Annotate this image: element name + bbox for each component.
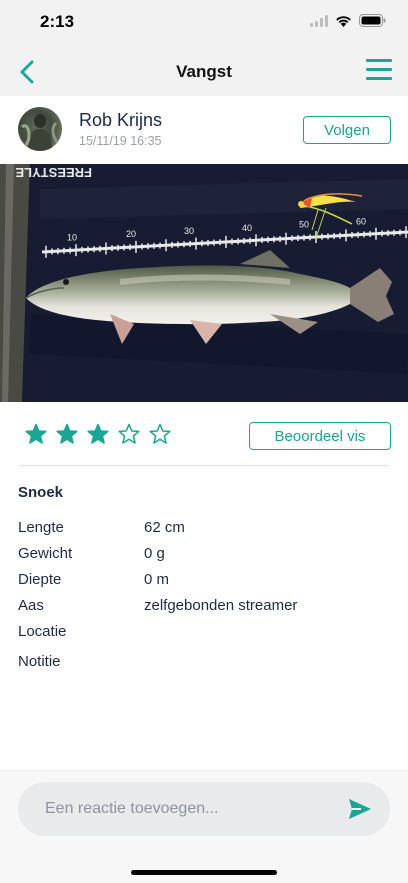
user-name[interactable]: Rob Krijns xyxy=(79,110,162,131)
detail-value: zelfgebonden streamer xyxy=(144,597,298,614)
page-title: Vangst xyxy=(176,62,232,81)
home-indicator xyxy=(131,870,277,875)
avatar[interactable] xyxy=(18,107,62,151)
rating-row: Beoordeel vis xyxy=(0,402,408,468)
ruler-label: 30 xyxy=(184,226,194,236)
status-time: 2:13 xyxy=(40,12,75,31)
detail-label: Lengte xyxy=(18,519,64,536)
user-row: Rob Krijns 15/11/19 16:35 Volgen xyxy=(0,96,408,164)
comment-input[interactable] xyxy=(18,782,390,836)
comment-bar xyxy=(0,770,408,883)
detail-label: Diepte xyxy=(18,571,62,588)
follow-button[interactable]: Volgen xyxy=(303,116,391,144)
detail-label: Locatie xyxy=(18,623,67,640)
detail-value: 0 g xyxy=(144,545,165,562)
ruler-label: 10 xyxy=(67,232,77,242)
divider xyxy=(18,465,390,466)
star-empty-icon[interactable] xyxy=(149,423,171,445)
catch-photo[interactable]: FREESTYLE 10 20 30 40 50 60 xyxy=(0,164,408,402)
detail-value: 0 m xyxy=(144,571,170,588)
detail-label: Aas xyxy=(18,597,44,614)
detail-value: 62 cm xyxy=(144,519,185,536)
star-filled-icon[interactable] xyxy=(56,423,78,445)
detail-label: Gewicht xyxy=(18,545,73,562)
star-filled-icon[interactable] xyxy=(87,423,109,445)
signal-icon xyxy=(310,14,328,27)
ruler-label: 50 xyxy=(299,220,309,230)
status-bar: 2:13 xyxy=(0,0,408,48)
send-icon[interactable] xyxy=(347,796,373,822)
star-empty-icon[interactable] xyxy=(118,423,140,445)
nav-bar: Vangst xyxy=(0,48,408,96)
ruler-label: 60 xyxy=(356,217,366,227)
battery-icon xyxy=(359,14,386,27)
status-icons xyxy=(310,14,386,27)
ruler-label: 20 xyxy=(126,229,136,239)
star-rating[interactable] xyxy=(25,423,171,445)
star-filled-icon[interactable] xyxy=(25,423,47,445)
note-label: Notitie xyxy=(18,653,61,670)
hamburger-menu-icon[interactable] xyxy=(366,59,392,83)
rate-fish-button[interactable]: Beoordeel vis xyxy=(249,422,391,450)
wifi-icon xyxy=(336,15,351,27)
species-title: Snoek xyxy=(18,484,64,501)
ruler-label: 40 xyxy=(242,223,252,233)
mat-brand-text: FREESTYLE xyxy=(15,165,92,180)
post-date: 15/11/19 16:35 xyxy=(79,134,162,148)
